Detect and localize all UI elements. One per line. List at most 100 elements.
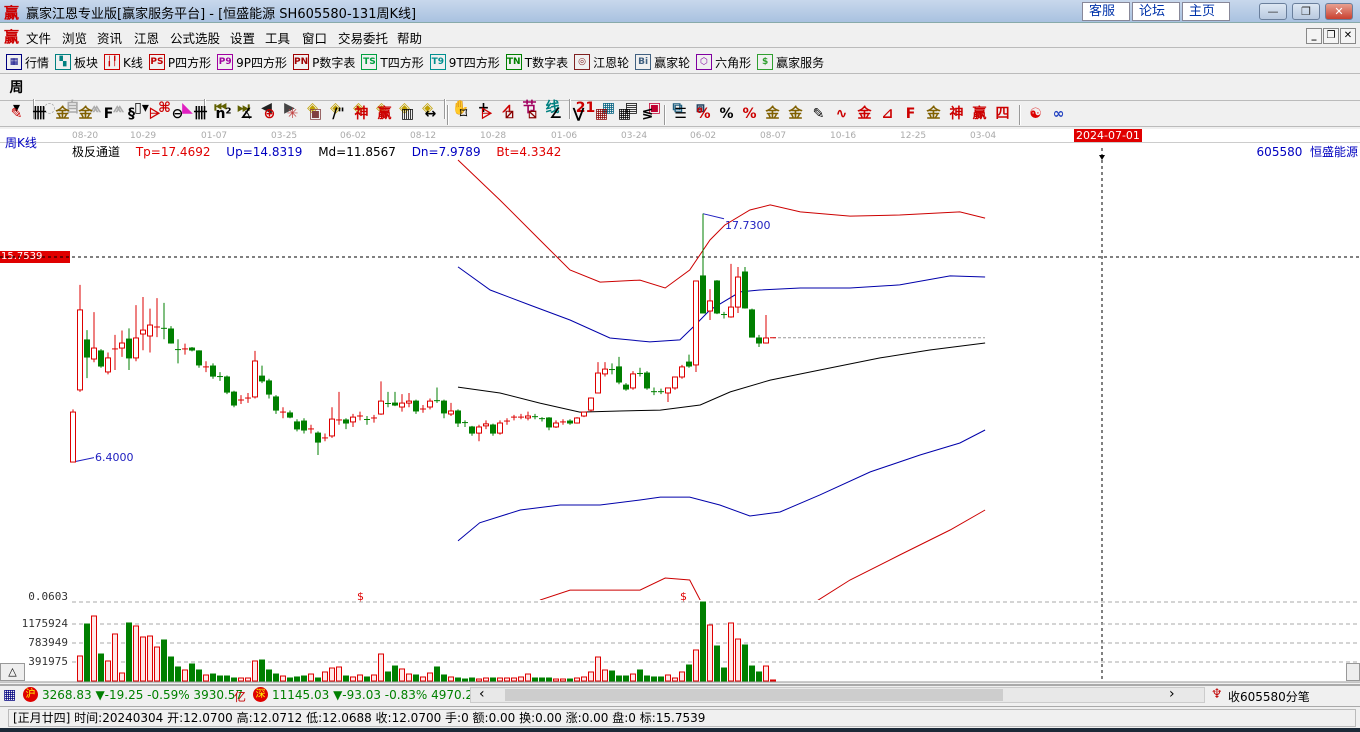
wave-lines-icon[interactable]: ∿ xyxy=(831,104,852,124)
grid-lines-icon[interactable]: 卌 xyxy=(190,104,211,124)
menu-item-0[interactable]: 文件 xyxy=(26,28,51,47)
event-marker[interactable]: $ xyxy=(680,590,687,603)
angle-icon[interactable]: ∡ xyxy=(236,104,257,124)
menu-item-8[interactable]: 交易委托 xyxy=(338,28,388,47)
pen-icon[interactable]: ✎ xyxy=(6,104,27,124)
yin-yang-icon[interactable]: ☯ xyxy=(1025,104,1046,124)
gold2-icon[interactable]: 金 xyxy=(75,104,96,124)
star-icon[interactable]: ✳ xyxy=(282,104,303,124)
scrollbar-thumb[interactable] xyxy=(505,689,1003,701)
pen-line-icon[interactable]: ✎ xyxy=(808,104,829,124)
percent-line-icon[interactable]: % xyxy=(693,104,714,124)
n2-icon[interactable]: n² xyxy=(213,104,234,124)
indicator-md: Md=11.8567 xyxy=(318,145,396,159)
zigzag-icon[interactable]: ⋁ xyxy=(568,104,589,124)
ying-icon[interactable]: 赢 xyxy=(374,104,395,124)
toolbar-button-9T四方形[interactable]: T9 9T四方形 xyxy=(429,51,500,73)
percent-icon[interactable]: % xyxy=(716,104,737,124)
toolbar-button-赢家服务[interactable]: $ 赢家服务 xyxy=(757,51,824,73)
parallel-icon[interactable]: 卌 xyxy=(29,104,50,124)
toolbar-button-9P四方形[interactable]: P9 9P四方形 xyxy=(217,51,287,73)
square-icon[interactable]: ▣ xyxy=(305,104,326,124)
toolbar-button-江恩轮[interactable]: ◎ 江恩轮 xyxy=(574,51,629,73)
quote-table-icon[interactable]: ▦ xyxy=(3,687,16,703)
fan-icon[interactable]: ⩥ xyxy=(144,104,165,124)
toolbar-button-T四方形[interactable]: TS T四方形 xyxy=(361,51,424,73)
gold-angle-icon[interactable]: 金 xyxy=(923,104,944,124)
mdi-restore-button[interactable]: ❐ xyxy=(1323,28,1339,44)
menu-item-7[interactable]: 窗口 xyxy=(302,28,327,47)
hatch-icon[interactable]: ≶ xyxy=(637,104,658,124)
minimize-button[interactable]: — xyxy=(1259,3,1287,20)
toolbar-separator xyxy=(1019,104,1021,125)
box-icon[interactable]: ⌑ xyxy=(453,104,474,124)
toolbar-button-行情[interactable]: ▦ 行情 xyxy=(6,51,49,73)
menu-bar: 赢 文件 浏览 资讯 江恩 公式选股 设置 工具 窗口 交易委托 帮助 _ ❐ ✕ xyxy=(0,24,1360,48)
ruler-icon[interactable]: ▥ xyxy=(397,104,418,124)
angle2-icon[interactable]: ∠ xyxy=(545,104,566,124)
quote-icon[interactable]: /" xyxy=(328,104,349,124)
shen-icon[interactable]: 神 xyxy=(351,104,372,124)
ying-angle-icon[interactable]: 赢 xyxy=(969,104,990,124)
gold-line-icon[interactable]: 金 xyxy=(854,104,875,124)
fan-box-icon[interactable]: ⧄ xyxy=(499,104,520,124)
menu-item-9[interactable]: 帮助 xyxy=(397,28,422,47)
infinity-icon[interactable]: ∞ xyxy=(1048,104,1069,124)
toolbar-button-T数字表[interactable]: TN T数字表 xyxy=(505,51,568,73)
scroll-left-button[interactable]: ‹ xyxy=(479,686,485,702)
circle-icon[interactable]: ⊖ xyxy=(167,104,188,124)
antenna-icon: ♆ xyxy=(1211,687,1223,702)
fan-lines-icon[interactable]: ⩥ xyxy=(476,104,497,124)
scroll-right-button[interactable]: › xyxy=(1169,686,1175,702)
menu-item-2[interactable]: 资讯 xyxy=(97,28,122,47)
menu-item-6[interactable]: 工具 xyxy=(265,28,290,47)
gold-circle-icon[interactable]: 金 xyxy=(762,104,783,124)
mdi-minimize-button[interactable]: _ xyxy=(1306,28,1322,44)
homepage-button[interactable]: 主页 xyxy=(1182,2,1230,21)
pane-resize-handle[interactable] xyxy=(1346,663,1360,681)
toolbar-button-六角形[interactable]: ⬡ 六角形 xyxy=(696,51,751,73)
toolbar-button-P数字表[interactable]: PN P数字表 xyxy=(293,51,355,73)
toolbar-button-K线[interactable]: ╽╿ K线 xyxy=(104,51,143,73)
event-marker[interactable]: $ xyxy=(357,590,364,603)
width-icon[interactable]: ↔ xyxy=(420,104,441,124)
f-icon[interactable]: F xyxy=(98,104,119,124)
fan-box2-icon[interactable]: ⧅ xyxy=(522,104,543,124)
toolbar-button-板块[interactable]: ▚ 板块 xyxy=(55,51,98,73)
shen-angle-icon[interactable]: 神 xyxy=(946,104,967,124)
candles-icon: ╽╿ xyxy=(104,54,121,70)
menu-item-1[interactable]: 浏览 xyxy=(62,28,87,47)
shenzhen-index-text: 11145.03 ▼-93.03 -0.83% 4970.20 xyxy=(272,688,470,702)
f-angle-icon[interactable]: F xyxy=(900,104,921,124)
gold-levels-icon[interactable]: 金 xyxy=(785,104,806,124)
shenzhen-index-icon[interactable]: 深 xyxy=(253,687,268,702)
date-tick-label: 03-04 xyxy=(970,131,997,141)
main-toolbar: ▦ 行情 ▚ 板块 ╽╿ K线 PS P四方形 P9 9P四方形 PN P数字表 TS T四方形 T9 9T四… xyxy=(0,49,1360,74)
si-angle-icon[interactable]: 四 xyxy=(992,104,1013,124)
index-scrollbar[interactable]: ‹ › xyxy=(470,686,1205,703)
collapse-pane-button[interactable]: △ xyxy=(0,663,25,681)
close-button[interactable]: ✕ xyxy=(1325,3,1353,20)
mdi-close-button[interactable]: ✕ xyxy=(1340,28,1356,44)
percent-levels-icon[interactable]: % xyxy=(739,104,760,124)
shanghai-index-icon[interactable]: 沪 xyxy=(23,687,38,702)
restore-button[interactable]: ❐ xyxy=(1292,3,1320,20)
toolbar-separator xyxy=(664,104,666,125)
indicator-bt: Bt=4.3342 xyxy=(496,145,562,159)
customer-service-button[interactable]: 客服 xyxy=(1082,2,1130,21)
grid-black-icon[interactable]: ▦ xyxy=(614,104,635,124)
gold-icon[interactable]: 金 xyxy=(52,104,73,124)
toolbar-button-P四方形[interactable]: PS P四方形 xyxy=(148,51,211,73)
menu-item-4[interactable]: 公式选股 xyxy=(170,28,220,47)
period-week-icon[interactable]: 周▾ xyxy=(6,78,27,116)
toolbar-button-赢家轮[interactable]: Bi 赢家轮 xyxy=(635,51,690,73)
menu-item-3[interactable]: 江恩 xyxy=(134,28,159,47)
spiral-icon[interactable]: § xyxy=(121,104,142,124)
levels-icon[interactable]: ☰ xyxy=(670,104,691,124)
menu-item-5[interactable]: 设置 xyxy=(230,28,255,47)
forum-button[interactable]: 论坛 xyxy=(1132,2,1180,21)
kline-chart[interactable]: 08-20 10-29 01-07 03-25 06-02 08-12 10-28 01-06… xyxy=(0,129,1360,682)
target-icon[interactable]: ⊕ xyxy=(259,104,280,124)
angle-lines-icon[interactable]: ⊿ xyxy=(877,104,898,124)
grid-red-icon[interactable]: ▦ xyxy=(591,104,612,124)
